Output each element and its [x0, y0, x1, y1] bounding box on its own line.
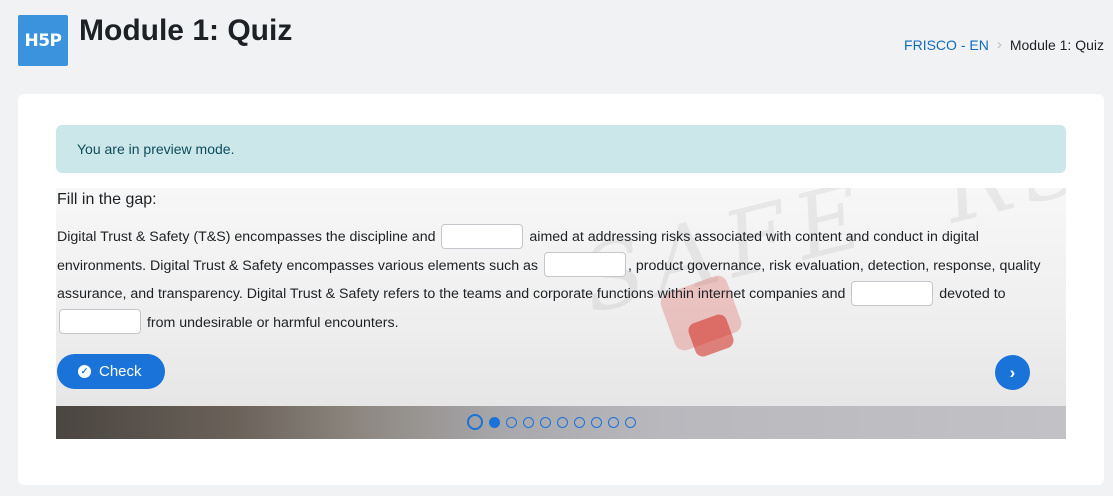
breadcrumb-current: Module 1: Quiz: [1009, 36, 1104, 53]
progress-dot[interactable]: [608, 416, 619, 428]
page-title: Module 1: Quiz: [79, 14, 293, 47]
progress-dot[interactable]: [506, 416, 517, 428]
chevron-right-icon: ›: [1009, 362, 1016, 382]
question-segment: devoted to: [939, 286, 1006, 302]
progress-dot[interactable]: [467, 414, 483, 430]
gap-input-3[interactable]: [851, 280, 934, 306]
progress-dot[interactable]: [574, 416, 585, 428]
gap-input-2[interactable]: [543, 252, 626, 278]
alert-text: You are in preview mode.: [77, 141, 235, 157]
progress-dots: [467, 414, 636, 430]
gap-input-4[interactable]: [59, 309, 141, 335]
h5p-logo: H5P: [18, 15, 68, 66]
question-content: Fill in the gap: Digital Trust & Safety …: [56, 188, 1066, 406]
gap-input-1[interactable]: [441, 223, 524, 249]
question-segment: from undesirable or harmful encounters.: [146, 314, 399, 331]
question-title: Fill in the gap:: [57, 191, 157, 208]
progress-dot[interactable]: [625, 416, 636, 428]
preview-mode-alert: You are in preview mode.: [56, 125, 1066, 173]
progress-dot[interactable]: [591, 416, 602, 428]
check-button-label: Check: [99, 363, 142, 380]
progress-dot[interactable]: [540, 416, 551, 428]
next-question-button[interactable]: ›: [995, 355, 1030, 390]
main-card: You are in preview mode. SAFE RS Fill in…: [18, 94, 1104, 485]
breadcrumb: FRISCO - EN › Module 1: Quiz: [904, 36, 1104, 53]
check-icon: ✓: [78, 365, 91, 378]
chevron-right-icon: ›: [996, 36, 1002, 53]
progress-dot[interactable]: [523, 416, 534, 428]
progress-dot[interactable]: [557, 416, 568, 428]
breadcrumb-link-course[interactable]: FRISCO - EN: [904, 37, 989, 53]
question-segment: Digital Trust & Safety (T&S) encompasses…: [57, 229, 436, 245]
question-text: Digital Trust & Safety (T&S) encompasses…: [57, 223, 1057, 337]
progress-dot[interactable]: [489, 416, 500, 428]
check-button[interactable]: ✓ Check: [57, 354, 165, 389]
page-header: H5P Module 1: Quiz FRISCO - EN › Module …: [0, 0, 1113, 80]
h5p-activity: SAFE RS Fill in the gap: Digital Trust &…: [56, 188, 1066, 439]
